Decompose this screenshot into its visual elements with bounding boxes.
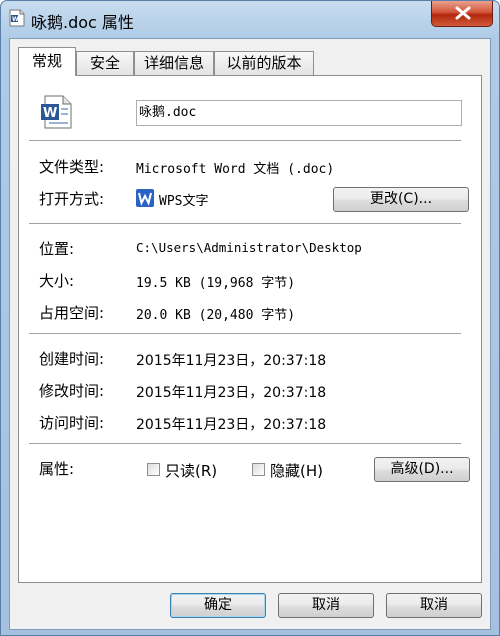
location-label: 位置:: [39, 240, 75, 258]
tab-security[interactable]: 安全: [76, 51, 134, 75]
ok-button[interactable]: 确定: [170, 593, 266, 618]
close-icon: [455, 6, 471, 20]
svg-text:W: W: [12, 16, 19, 23]
size-value: 19.5 KB (19,968 字节): [136, 276, 296, 291]
tab-general[interactable]: 常规: [18, 47, 76, 76]
accessed-value: 2015年11月23日，20:37:18: [136, 417, 327, 433]
title-bar[interactable]: W 咏鹅.doc 属性: [1, 1, 499, 37]
word-document-icon: W: [41, 95, 72, 129]
cancel-button[interactable]: 取消: [278, 593, 374, 618]
accessed-label: 访问时间:: [39, 414, 105, 432]
type-label: 文件类型:: [39, 158, 105, 176]
tab-details[interactable]: 详细信息: [134, 51, 214, 75]
size-on-disk-label: 占用空间:: [39, 304, 105, 322]
type-value: Microsoft Word 文档 (.doc): [136, 162, 335, 177]
separator: [29, 443, 461, 445]
close-button[interactable]: [431, 1, 493, 27]
hidden-checkbox[interactable]: [252, 463, 265, 476]
size-on-disk-value: 20.0 KB (20,480 字节): [136, 308, 296, 323]
opens-with-value: WPS文字: [159, 194, 209, 209]
apply-button[interactable]: 取消: [386, 593, 482, 618]
properties-window: W 咏鹅.doc 属性 常规 安全 详细信息 以前的版本 W 咏鹅.doc 文件…: [0, 0, 500, 636]
window-title: 咏鹅.doc 属性: [31, 13, 134, 32]
separator: [29, 333, 461, 335]
change-button[interactable]: 更改(C)...: [333, 187, 469, 212]
svg-text:W: W: [43, 106, 57, 121]
document-icon: W: [9, 9, 25, 27]
tab-previous-versions[interactable]: 以前的版本: [214, 51, 314, 75]
location-value: C:\Users\Administrator\Desktop: [136, 240, 362, 255]
general-panel: W 咏鹅.doc 文件类型: Microsoft Word 文档 (.doc) …: [18, 75, 482, 583]
hidden-label[interactable]: 隐藏(H): [270, 460, 323, 481]
created-value: 2015年11月23日，20:37:18: [136, 353, 327, 369]
readonly-label[interactable]: 只读(R): [165, 460, 217, 481]
advanced-button[interactable]: 高级(D)...: [374, 457, 470, 482]
separator: [29, 140, 461, 142]
size-label: 大小:: [39, 272, 75, 290]
file-name-field[interactable]: 咏鹅.doc: [136, 100, 462, 126]
modified-value: 2015年11月23日，20:37:18: [136, 385, 327, 401]
created-label: 创建时间:: [39, 350, 105, 368]
opens-with-label: 打开方式:: [39, 190, 105, 208]
attributes-label: 属性:: [39, 460, 75, 478]
wps-writer-icon: [136, 189, 154, 207]
modified-label: 修改时间:: [39, 382, 105, 400]
dialog-client: 常规 安全 详细信息 以前的版本 W 咏鹅.doc 文件类型: Microsof…: [9, 38, 491, 630]
readonly-checkbox[interactable]: [147, 463, 160, 476]
separator: [29, 223, 461, 225]
